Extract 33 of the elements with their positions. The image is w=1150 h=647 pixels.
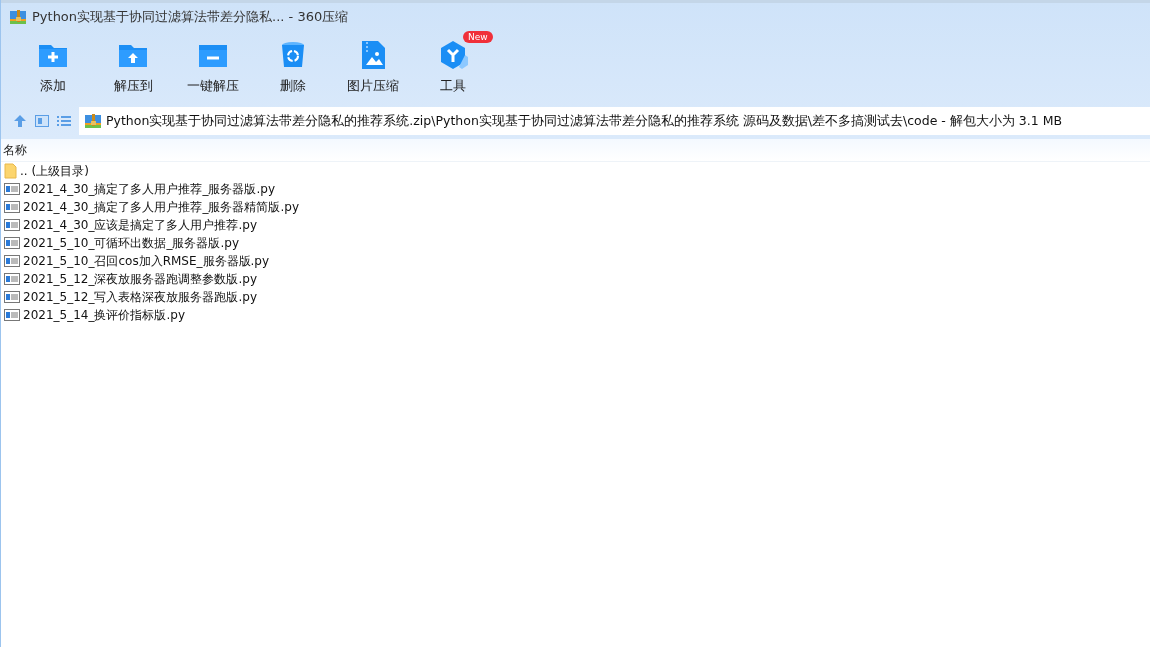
file-row[interactable]: 2021_5_12_深夜放服务器跑调整参数版.py	[1, 270, 1150, 288]
folder-icon	[4, 163, 17, 179]
archive-icon	[84, 113, 102, 129]
toolbar-button[interactable]: 解压到	[93, 31, 173, 95]
file-row[interactable]: 2021_5_10_可循环出数据_服务器版.py	[1, 234, 1150, 252]
window-title: Python实现基于协同过滤算法带差分隐私... - 360压缩	[32, 8, 349, 26]
file-icon	[4, 183, 20, 195]
toolbar-button[interactable]: 添加	[13, 31, 93, 95]
file-icon	[4, 273, 20, 285]
list-view-icon[interactable]	[57, 115, 71, 127]
file-row[interactable]: 2021_5_12_写入表格深夜放服务器跑版.py	[1, 288, 1150, 306]
file-row[interactable]: .. (上级目录)	[1, 162, 1150, 180]
file-icon	[4, 309, 20, 321]
file-row[interactable]: 2021_4_30_应该是搞定了多人用户推荐.py	[1, 216, 1150, 234]
view-icon[interactable]	[35, 115, 49, 127]
toolbar-button[interactable]: 一键解压	[173, 31, 253, 95]
path-field[interactable]: Python实现基于协同过滤算法带差分隐私的推荐系统.zip\Python实现基于协同过滤算法带差分隐私的推荐系统 源码及数据\差不多搞测试去\code - 解包大小为 3.1 MB	[79, 107, 1150, 135]
file-icon	[4, 219, 20, 231]
new-badge: New	[463, 31, 493, 43]
file-row[interactable]: 2021_5_10_召回cos加入RMSE_服务器版.py	[1, 252, 1150, 270]
up-arrow-icon[interactable]	[13, 114, 27, 128]
file-icon	[4, 291, 20, 303]
toolbar-button[interactable]: 图片压缩	[333, 31, 413, 95]
file-row[interactable]: 2021_5_14_换评价指标版.py	[1, 306, 1150, 324]
toolbar-button[interactable]: 删除	[253, 31, 333, 95]
archive-icon	[9, 9, 27, 25]
column-header[interactable]: 名称	[1, 139, 1150, 162]
file-icon	[4, 237, 20, 249]
file-icon	[4, 255, 20, 267]
file-icon	[4, 201, 20, 213]
file-row[interactable]: 2021_4_30_搞定了多人用户推荐_服务器版.py	[1, 180, 1150, 198]
file-row[interactable]: 2021_4_30_搞定了多人用户推荐_服务器精简版.py	[1, 198, 1150, 216]
tools-button[interactable]: 工具 New	[413, 31, 493, 95]
